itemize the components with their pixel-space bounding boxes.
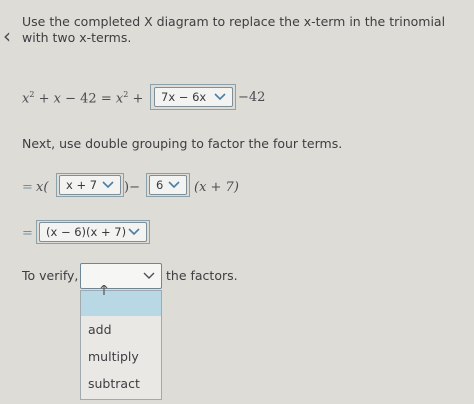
instructions-text: Use the completed X diagram to replace t… [22,14,446,45]
rhs-exponent: 2 [123,90,129,99]
chevron-down-icon [214,93,226,101]
chevron-down-icon [143,272,155,279]
factored-form-dropdown[interactable]: (x − 6)(x + 7) [39,222,147,242]
lhs-x: x [53,91,61,107]
lhs-constant: 42 [80,91,97,107]
lhs-plus: + [38,91,50,107]
menu-highlight-blank-option[interactable] [81,291,161,316]
chevron-down-icon [168,181,180,189]
verify-action-dropdown[interactable] [80,263,162,289]
equation-line-1: x2 + x − 42 = x2 + [22,90,143,106]
second-factor-value: 6 [156,178,164,192]
chevron-down-icon [128,228,140,236]
mouse-pointer-icon [100,285,108,295]
menu-option-multiply[interactable]: multiply [88,349,139,364]
verify-prefix: To verify, [22,268,79,283]
line2-close-minus: )− [124,180,140,195]
factored-form-value: (x − 6)(x + 7) [46,225,127,239]
line2-equals: = [22,180,33,195]
line1-tail: −42 [238,90,266,105]
first-factor-dropdown[interactable]: x + 7 [59,175,121,195]
line3-equals: = [22,226,33,241]
chevron-down-icon [102,181,114,189]
lhs-exponent: 2 [29,90,35,99]
rhs-plus: + [132,91,144,107]
middle-terms-value: 7x − 6x [161,90,207,104]
middle-terms-dropdown[interactable]: 7x − 6x [154,87,233,107]
back-chevron-icon[interactable]: ‹ [3,26,11,46]
first-factor-value: x + 7 [66,178,98,192]
second-factor-dropdown[interactable]: 6 [149,175,187,195]
verify-suffix: the factors. [166,268,238,283]
lhs-equals: = [100,91,112,107]
menu-option-add[interactable]: add [88,322,112,337]
line2-suffix: (x + 7) [194,180,239,195]
menu-option-subtract[interactable]: subtract [88,376,140,391]
lhs-minus: − [65,91,77,107]
grouping-instruction: Next, use double grouping to factor the … [22,136,343,151]
line2-prefix: x( [36,180,49,195]
